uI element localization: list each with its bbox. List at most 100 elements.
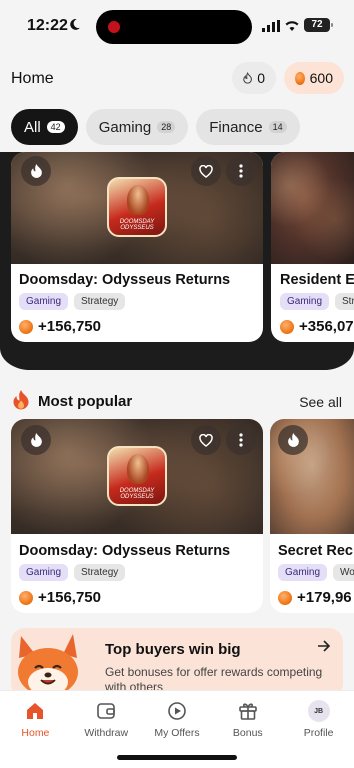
coin-icon	[19, 590, 33, 605]
offer-tags: Gaming Wo	[278, 564, 354, 581]
app-logo-text: DOOMSDAY ODYSSEUS	[119, 219, 155, 231]
app-logo-text: DOOMSDAY ODYSSEUS	[119, 488, 155, 500]
reward-amount: +356,07	[299, 318, 354, 335]
reward-amount: +156,750	[38, 318, 101, 335]
offer-name: Doomsday: Odysseus Returns	[19, 272, 231, 288]
offer-card[interactable]: Resident Ev Gaming Stra +356,07	[271, 152, 354, 342]
tab-count: 28	[157, 121, 176, 133]
tab-finance[interactable]: Finance 14	[196, 109, 300, 145]
offer-tags: Gaming Strategy	[19, 564, 255, 581]
home-icon	[23, 699, 47, 723]
flame-count: 0	[257, 70, 265, 86]
more-options-button[interactable]	[226, 425, 256, 455]
offer-card[interactable]: DOOMSDAY ODYSSEUS Doomsday: Odysseus Ret…	[11, 152, 263, 342]
coin-icon	[278, 590, 292, 605]
reward-amount: +179,96	[297, 589, 352, 606]
offer-card-body: Doomsday: Odysseus Returns Gaming Strate…	[11, 543, 263, 606]
nav-label: My Offers	[154, 727, 200, 739]
offer-card-body: Resident Ev Gaming Stra +356,07	[271, 272, 354, 335]
nav-home[interactable]: Home	[0, 691, 71, 768]
tab-all[interactable]: All 42	[11, 109, 78, 145]
offer-tags: Gaming Strategy	[19, 293, 255, 310]
flame-balance-pill[interactable]: 0	[232, 62, 276, 94]
promo-title: Top buyers win big	[105, 641, 241, 658]
tag: Gaming	[19, 293, 69, 310]
more-vertical-icon	[239, 164, 243, 178]
flame-icon	[30, 432, 42, 447]
featured-carousel: DOOMSDAY ODYSSEUS Doomsday: Odysseus Ret…	[0, 152, 354, 370]
coin-icon	[19, 319, 33, 334]
tag: Stra	[335, 293, 354, 310]
wallet-icon	[94, 699, 118, 723]
camera-indicator	[108, 21, 120, 33]
heart-icon	[199, 433, 213, 447]
top-buyers-banner[interactable]: Top buyers win big Get bonuses for offer…	[11, 628, 343, 698]
tag: Strategy	[74, 564, 126, 581]
hot-badge	[21, 156, 51, 186]
tag: Wo	[333, 564, 354, 581]
coin-icon	[295, 71, 305, 85]
cellular-signal-icon	[262, 20, 280, 32]
moon-icon	[70, 18, 80, 30]
reward-amount: +156,750	[38, 589, 101, 606]
profile-initials: JB	[307, 700, 330, 722]
hot-badge	[21, 425, 51, 455]
coin-icon	[280, 319, 294, 334]
heart-icon	[199, 164, 213, 178]
flame-icon	[243, 71, 252, 84]
tag: Gaming	[280, 293, 330, 310]
home-indicator	[117, 755, 237, 760]
offer-banner-image	[271, 152, 354, 264]
nav-label: Home	[21, 727, 50, 739]
tab-label: Gaming	[98, 118, 152, 136]
fox-mascot-illustration	[18, 634, 78, 696]
page-title: Home	[11, 70, 54, 87]
arrow-right-icon	[318, 640, 331, 652]
see-all-link[interactable]: See all	[299, 394, 342, 410]
more-options-button[interactable]	[226, 156, 256, 186]
status-time: 12:22	[27, 17, 68, 34]
offer-card[interactable]: DOOMSDAY ODYSSEUS Doomsday: Odysseus Ret…	[11, 419, 263, 613]
tag: Strategy	[74, 293, 126, 310]
nav-label: Withdraw	[84, 727, 129, 739]
offer-name: Doomsday: Odysseus Returns	[19, 543, 231, 559]
tag: Gaming	[19, 564, 69, 581]
favorite-button[interactable]	[191, 156, 221, 186]
offer-name: Secret Reci	[278, 543, 354, 559]
flame-icon	[13, 390, 29, 410]
avatar: JB	[307, 699, 331, 723]
offer-reward: +356,07	[280, 318, 354, 335]
section-title: Most popular	[38, 393, 133, 410]
more-vertical-icon	[239, 433, 243, 447]
wifi-icon	[285, 21, 299, 31]
tab-label: All	[24, 118, 41, 136]
offer-reward: +156,750	[19, 589, 255, 606]
tab-count: 42	[46, 121, 65, 133]
coin-balance-pill[interactable]: 600	[284, 62, 344, 94]
tab-gaming[interactable]: Gaming 28	[85, 109, 189, 145]
dynamic-island	[96, 10, 252, 44]
tag: Gaming	[278, 564, 328, 581]
offer-card-body: Secret Reci Gaming Wo +179,96	[270, 543, 354, 606]
app-icon: DOOMSDAY ODYSSEUS	[107, 446, 167, 506]
nav-profile[interactable]: JB Profile	[283, 691, 354, 768]
favorite-button[interactable]	[191, 425, 221, 455]
most-popular-header: Most popular See all	[12, 390, 342, 414]
app-header: Home 0 600	[0, 62, 354, 96]
hot-badge	[278, 425, 308, 455]
flame-icon	[287, 432, 299, 447]
tab-label: Finance	[209, 118, 263, 136]
coin-count: 600	[309, 70, 333, 86]
nav-label: Profile	[303, 727, 334, 739]
gift-icon	[236, 699, 260, 723]
offer-reward: +179,96	[278, 589, 354, 606]
status-bar: 12:22 72	[0, 0, 354, 54]
offer-card[interactable]: Secret Reci Gaming Wo +179,96	[270, 419, 354, 613]
flame-icon	[30, 163, 42, 178]
play-circle-icon	[165, 699, 189, 723]
app-icon: DOOMSDAY ODYSSEUS	[107, 177, 167, 237]
tab-count: 14	[268, 121, 287, 133]
nav-label: Bonus	[232, 727, 263, 739]
offer-tags: Gaming Stra	[280, 293, 354, 310]
category-tabs: All 42 Gaming 28 Finance 14	[11, 109, 300, 145]
